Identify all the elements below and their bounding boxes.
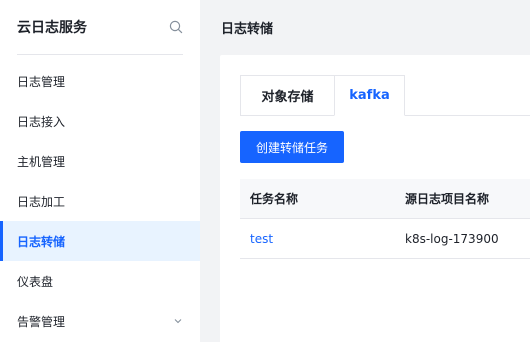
sidebar-item-log-processing[interactable]: 日志加工 bbox=[0, 181, 200, 221]
column-header-source-project: 源日志项目名称 bbox=[405, 192, 490, 206]
main-content: 日志转储 对象存储 kafka 创建转储任务 任务名称 源日志项目名称 test… bbox=[200, 0, 530, 342]
content-card: 对象存储 kafka 创建转储任务 任务名称 源日志项目名称 test k8s-… bbox=[220, 55, 530, 342]
column-header-task-name: 任务名称 bbox=[250, 192, 299, 206]
sidebar-nav: 日志管理 日志接入 主机管理 日志加工 日志转储 仪表盘 告警管理 bbox=[0, 61, 200, 341]
create-dump-task-button[interactable]: 创建转储任务 bbox=[240, 131, 344, 163]
tab-kafka[interactable]: kafka bbox=[334, 75, 405, 116]
sidebar-item-log-dump[interactable]: 日志转储 bbox=[0, 221, 200, 261]
sidebar-item-log-access[interactable]: 日志接入 bbox=[0, 101, 200, 141]
table-row: test k8s-log-173900 bbox=[240, 219, 530, 259]
sidebar-item-log-management[interactable]: 日志管理 bbox=[0, 61, 200, 101]
sidebar-item-dashboard[interactable]: 仪表盘 bbox=[0, 261, 200, 301]
search-icon[interactable] bbox=[169, 20, 183, 34]
sidebar-item-label: 日志接入 bbox=[17, 114, 66, 129]
sidebar: 云日志服务 日志管理 日志接入 主机管理 日志加工 日志转储 仪表盘 告警管理 bbox=[0, 0, 200, 342]
tab-bar: 对象存储 kafka bbox=[240, 75, 405, 116]
task-name-link[interactable]: test bbox=[240, 232, 395, 246]
dump-task-table: 任务名称 源日志项目名称 test k8s-log-173900 bbox=[240, 179, 530, 259]
table-header: 任务名称 源日志项目名称 bbox=[240, 179, 530, 219]
source-project-cell: k8s-log-173900 bbox=[405, 231, 499, 246]
sidebar-item-host-management[interactable]: 主机管理 bbox=[0, 141, 200, 181]
page-title: 日志转储 bbox=[221, 21, 274, 37]
sidebar-item-label: 主机管理 bbox=[17, 154, 66, 169]
sidebar-item-label: 告警管理 bbox=[17, 314, 66, 329]
chevron-down-icon bbox=[173, 316, 183, 326]
tab-object-storage[interactable]: 对象存储 bbox=[240, 75, 334, 116]
sidebar-item-label: 仪表盘 bbox=[17, 274, 54, 289]
sidebar-item-label: 日志管理 bbox=[17, 74, 66, 89]
sidebar-divider bbox=[17, 54, 183, 55]
sidebar-title: 云日志服务 bbox=[17, 20, 87, 36]
tab-bar-underline bbox=[405, 115, 530, 116]
sidebar-item-label: 日志加工 bbox=[17, 194, 66, 209]
sidebar-header: 云日志服务 bbox=[0, 0, 200, 54]
sidebar-item-label: 日志转储 bbox=[17, 234, 66, 249]
sidebar-item-alert-management[interactable]: 告警管理 bbox=[0, 301, 200, 341]
